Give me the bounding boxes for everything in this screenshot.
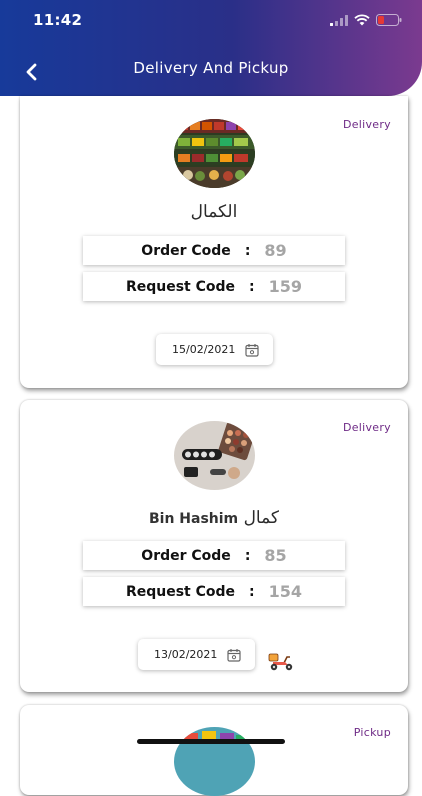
order-code-value: 89 — [264, 241, 287, 260]
calendar-icon — [227, 648, 242, 662]
signal-icon — [330, 14, 348, 26]
shop-name-urdu: الکمال — [190, 202, 238, 222]
shop-image — [174, 727, 255, 796]
delivery-scooter-icon — [268, 653, 293, 671]
request-code-row: Request Code : 159 — [83, 272, 345, 301]
order-date-text: 15/02/2021 — [172, 343, 236, 356]
request-code-value: 159 — [268, 277, 303, 296]
status-time: 11:42 — [33, 11, 83, 29]
order-date[interactable]: 13/02/2021 — [138, 639, 255, 670]
shop-name-urdu: کمال — [243, 508, 280, 528]
separator-colon: : — [249, 583, 255, 600]
order-card[interactable]: Delivery الکمال Order Code: 89 Request … — [20, 96, 408, 388]
page-title: Delivery And Pickup — [133, 59, 289, 77]
shop-name: Bin Hashim کمال — [20, 508, 408, 528]
shop-name-latin: Bin Hashim — [148, 511, 239, 527]
separator-colon: : — [249, 278, 255, 295]
status-icons — [330, 14, 402, 26]
order-type-badge: Delivery — [342, 421, 391, 434]
order-code-value: 85 — [264, 546, 287, 565]
calendar-icon — [245, 343, 260, 357]
order-card[interactable]: Pickup — [20, 705, 408, 796]
order-type-badge: Delivery — [342, 118, 391, 131]
app-header: 11:42 Delivery And Pickup — [0, 0, 422, 96]
wifi-icon — [354, 14, 370, 26]
separator-colon: : — [244, 547, 251, 564]
separator-colon: : — [244, 242, 251, 259]
shop-name: الکمال — [20, 202, 408, 222]
cosmetics-image — [174, 421, 255, 490]
order-code-label: Order Code — [141, 547, 231, 564]
order-card[interactable]: Delivery Bin Hashim کمال Order Code: 85… — [20, 400, 408, 692]
request-code-label: Request Code — [125, 278, 236, 295]
battery-icon — [376, 14, 402, 26]
order-code-row: Order Code : 89 — [83, 236, 345, 265]
order-code-label: Order Code — [141, 242, 231, 259]
order-date-text: 13/02/2021 — [154, 648, 218, 661]
request-code-value: 154 — [268, 582, 303, 601]
order-type-badge: Pickup — [353, 726, 391, 739]
order-code-row: Order Code : 85 — [83, 541, 345, 570]
request-code-label: Request Code — [125, 583, 236, 600]
home-indicator[interactable] — [137, 739, 285, 744]
request-code-row: Request Code : 154 — [83, 577, 345, 606]
order-date[interactable]: 15/02/2021 — [156, 334, 273, 365]
grocery-shelves-image — [174, 119, 255, 188]
